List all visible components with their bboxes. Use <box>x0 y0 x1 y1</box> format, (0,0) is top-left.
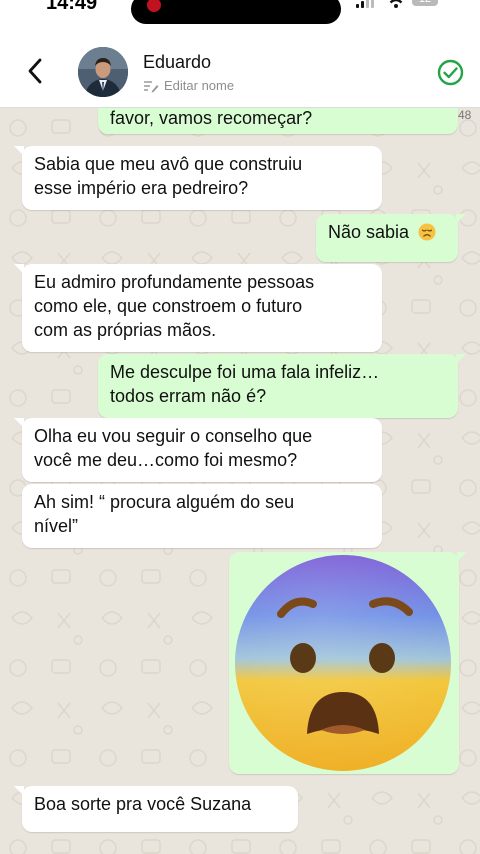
message-incoming[interactable]: Boa sorte pra você Suzana <box>14 786 298 832</box>
message-line: todos erram não é? <box>110 386 267 406</box>
contact-name[interactable]: Eduardo <box>143 52 211 73</box>
edit-name-label: Editar nome <box>164 78 235 93</box>
message-outgoing[interactable]: favor, vamos recomeçar? <box>98 108 458 134</box>
message-time: 48 <box>458 108 472 122</box>
message-line: você me deu…como foi mesmo? <box>34 450 298 470</box>
message-line: com as próprias mãos. <box>34 320 217 340</box>
status-bar: 14:49 12 <box>0 0 480 40</box>
message-line: Me desculpe foi uma fala infeliz… <box>110 362 380 382</box>
message-line: esse império era pedreiro? <box>34 178 249 198</box>
message-incoming[interactable]: Ah sim! “ procura alguém do seu nível” <box>22 484 382 548</box>
message-line: como ele, que constroem o futuro <box>34 296 303 316</box>
message-line: nível” <box>34 516 79 536</box>
chat-area[interactable]: favor, vamos recomeçar? 48 Sabia que meu… <box>0 108 480 854</box>
message-text: Não sabia <box>328 222 410 242</box>
check-circle-icon[interactable] <box>437 59 464 86</box>
message-incoming[interactable]: Eu admiro profundamente pessoas como ele… <box>14 264 382 352</box>
message-incoming[interactable]: Olha eu vou seguir o conselho que você m… <box>14 418 382 482</box>
message-sticker[interactable] <box>229 552 467 774</box>
battery-icon: 12 <box>412 0 438 6</box>
avatar[interactable] <box>78 47 128 97</box>
status-time: 14:49 <box>46 0 98 14</box>
message-line: Eu admiro profundamente pessoas <box>34 272 315 292</box>
signal-icon <box>356 0 376 8</box>
message-text: favor, vamos recomeçar? <box>110 108 313 128</box>
contact-photo <box>78 47 128 97</box>
recording-indicator-icon <box>147 0 161 12</box>
fearful-screaming-face-icon <box>235 555 451 771</box>
message-line: Olha eu vou seguir o conselho que <box>34 426 313 446</box>
chevron-left-icon[interactable] <box>24 56 48 86</box>
chat-header: Eduardo Editar nome <box>0 40 480 108</box>
message-incoming[interactable]: Sabia que meu avô que construiu esse imp… <box>14 146 382 210</box>
message-text: Boa sorte pra você Suzana <box>34 794 252 814</box>
disappointed-face-icon <box>418 223 436 241</box>
message-line: Sabia que meu avô que construiu <box>34 154 303 174</box>
message-outgoing[interactable]: Me desculpe foi uma fala infeliz… todos … <box>98 354 466 418</box>
message-line: Ah sim! “ procura alguém do seu <box>34 492 295 512</box>
message-outgoing[interactable]: Não sabia <box>316 214 466 262</box>
wifi-icon <box>389 0 403 8</box>
edit-icon <box>144 81 159 93</box>
dynamic-island <box>131 0 341 24</box>
